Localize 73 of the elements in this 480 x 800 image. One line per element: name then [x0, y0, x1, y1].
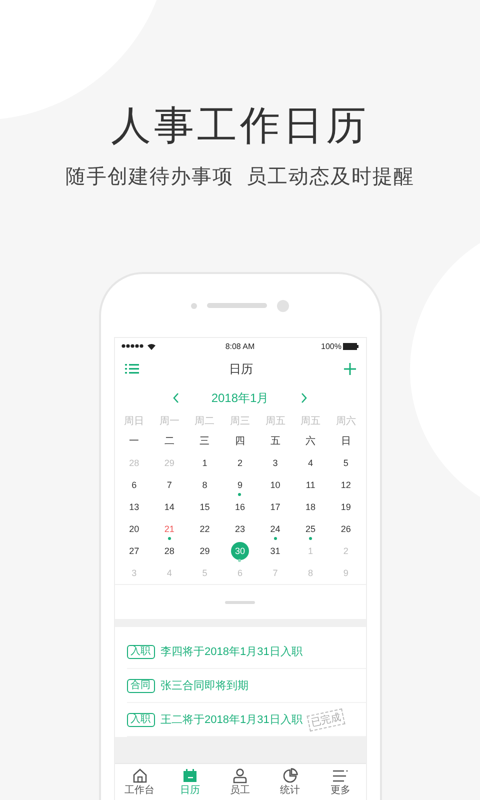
calendar-icon — [182, 768, 198, 784]
calendar-day[interactable]: 22 — [196, 520, 214, 538]
calendar-day[interactable]: 16 — [230, 498, 249, 516]
weekday-label: 周五 — [300, 415, 322, 429]
weekday-label: 周二 — [194, 415, 216, 429]
calendar-day[interactable]: 7 — [160, 476, 178, 494]
battery-percent: 100% — [321, 342, 342, 350]
calendar-day[interactable]: 12 — [336, 476, 355, 494]
weekday-numeral: 一 — [128, 435, 140, 449]
weekday-numeral: 五 — [269, 435, 282, 449]
list-icon[interactable] — [124, 364, 138, 374]
event-tag: 入职 — [126, 644, 154, 658]
calendar-day[interactable]: 25 — [302, 520, 320, 538]
completed-stamp: 已完成 — [307, 708, 346, 732]
calendar-day[interactable]: 18 — [302, 498, 320, 516]
calendar-day[interactable]: 23 — [230, 520, 249, 538]
calendar-day[interactable]: 20 — [125, 520, 144, 538]
weekday-numeral: 日 — [340, 435, 352, 449]
calendar-day[interactable]: 29 — [196, 542, 214, 560]
month-label: 2018年1月 — [211, 390, 269, 406]
event-tag: 入职 — [126, 712, 154, 726]
calendar-day[interactable]: 8 — [196, 476, 214, 494]
calendar-day[interactable]: 27 — [125, 542, 144, 560]
screen-title: 日历 — [229, 360, 253, 378]
weekday-label: 周日 — [123, 415, 146, 429]
chevron-left-icon[interactable] — [173, 393, 180, 403]
tagline: 随手创建待办事项 员工动态及时提醒 — [65, 165, 415, 190]
battery-icon — [343, 342, 360, 350]
weekday-numeral: 六 — [304, 434, 317, 449]
status-time: 8:08 AM — [225, 342, 255, 350]
add-icon[interactable] — [344, 363, 356, 375]
tab[interactable]: 更多 — [315, 764, 366, 800]
calendar-day[interactable]: 2 — [230, 454, 249, 472]
menu-icon — [332, 768, 348, 784]
person-icon — [232, 768, 248, 784]
speaker-slot — [207, 303, 267, 308]
calendar-day[interactable]: 14 — [160, 498, 178, 516]
headline: 人事工作日历 — [111, 103, 369, 150]
weekday-label: 周六 — [334, 414, 357, 429]
wifi-icon — [146, 342, 156, 350]
tab[interactable]: 统计 — [265, 764, 316, 800]
chevron-right-icon[interactable] — [300, 393, 307, 403]
calendar-day[interactable]: 9 — [230, 476, 249, 494]
calendar-day[interactable]: 17 — [266, 498, 284, 516]
calendar-day[interactable]: 26 — [336, 520, 355, 538]
weekday-label: 周三 — [228, 415, 251, 429]
calendar-day[interactable]: 1 — [196, 454, 214, 472]
weekday-numeral: 四 — [234, 435, 246, 449]
tab[interactable]: 工作台 — [114, 764, 165, 800]
calendar-day[interactable]: 13 — [125, 498, 144, 516]
drag-handle[interactable] — [225, 600, 255, 604]
calendar-day[interactable]: 6 — [125, 476, 144, 494]
weekday-label: 周五 — [264, 415, 286, 429]
house-icon — [132, 768, 148, 784]
calendar-day[interactable]: 10 — [266, 476, 284, 494]
event-tag: 合同 — [126, 678, 154, 692]
weekday-numeral: 二 — [163, 435, 176, 449]
calendar-day[interactable]: 4 — [302, 454, 320, 472]
pie-chart-icon — [282, 768, 298, 784]
weekday-label: 周一 — [158, 415, 180, 429]
calendar-day[interactable]: 24 — [266, 520, 284, 538]
calendar-day[interactable]: 28 — [160, 542, 178, 560]
calendar-day[interactable]: 15 — [196, 498, 214, 516]
calendar-day[interactable]: 19 — [336, 498, 355, 516]
calendar-day[interactable]: 5 — [336, 454, 355, 472]
weekday-numeral: 三 — [198, 435, 211, 449]
camera-dot — [191, 302, 197, 308]
calendar-day[interactable]: 3 — [266, 454, 284, 472]
signal-icon — [120, 343, 144, 349]
sensor-dot — [277, 300, 289, 312]
calendar-day[interactable]: 31 — [266, 542, 284, 560]
calendar-day[interactable]: 11 — [302, 476, 320, 494]
tab[interactable]: 员工 — [214, 764, 266, 800]
